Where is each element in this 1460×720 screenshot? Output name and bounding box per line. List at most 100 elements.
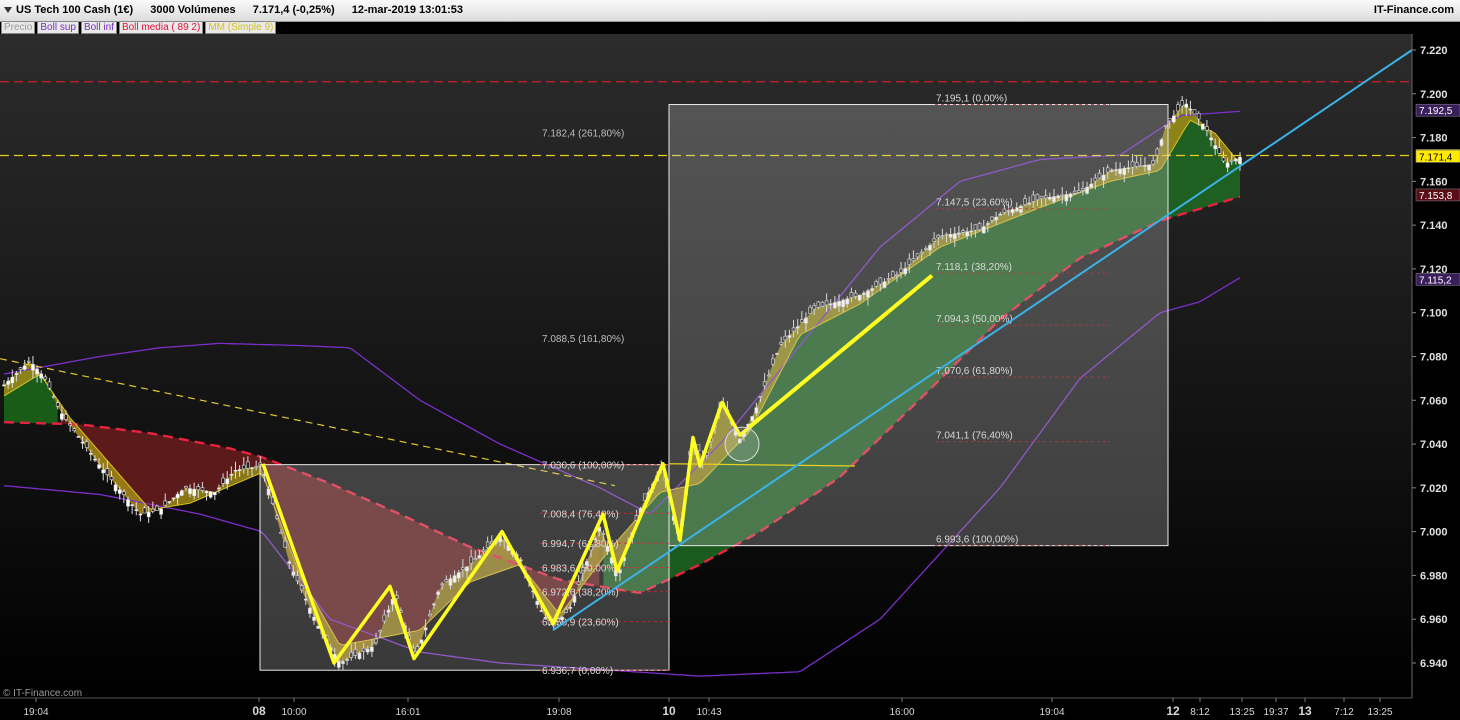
candle-body [1176, 104, 1180, 112]
candle-body [122, 491, 126, 496]
candle-body [130, 504, 134, 506]
fib-right-label: 7.070,6 (61,80%) [936, 366, 1013, 377]
x-tick-label: 19:37 [1263, 707, 1288, 718]
candle-body [237, 469, 242, 472]
fib-extension-label: 7.182,4 (261,80%) [542, 128, 624, 139]
copyright-text: © IT-Finance.com [3, 688, 83, 699]
candle-body [217, 487, 221, 490]
candle-body [142, 507, 147, 514]
x-tick-label: 19:04 [1039, 707, 1064, 718]
candle-body [1238, 156, 1242, 164]
fib-right-label: 6.993,6 (100,00%) [936, 535, 1018, 546]
y-tick-label: 7.100 [1420, 308, 1448, 320]
candle-body [188, 488, 192, 495]
candle-body [179, 490, 184, 496]
candle-body [64, 414, 68, 420]
candle-body [1167, 118, 1172, 122]
candle-body [105, 468, 110, 476]
candle-body [80, 441, 85, 444]
candle-body [233, 469, 238, 472]
candle-body [213, 491, 217, 496]
x-tick-label: 08 [252, 704, 266, 718]
candle-body [76, 436, 81, 438]
candle-body [208, 491, 213, 498]
candle-body [1192, 109, 1197, 115]
candle-body [204, 490, 209, 494]
candle-body [151, 508, 155, 512]
candle-body [1180, 100, 1184, 107]
price-marker-label: 7.115,2 [1419, 275, 1452, 286]
candle-body [192, 488, 196, 496]
candle-body [27, 360, 31, 363]
candle-body [1188, 108, 1193, 111]
candle-body [97, 464, 101, 469]
candle-body [175, 494, 180, 499]
fib-right-label: 7.118,1 (38,20%) [936, 262, 1012, 273]
candle-body [1225, 162, 1230, 168]
candle-body [250, 467, 254, 469]
candle-body [241, 464, 246, 470]
x-tick-label: 16:01 [395, 707, 420, 718]
price-chart[interactable]: 7.030,6 (100,00%) 7.008,4 (76,40%) 6.994,7… [0, 0, 1460, 720]
candle-body [134, 509, 139, 511]
candle-body [1184, 103, 1189, 108]
fib-right-label: 7.041,1 (76,40%) [936, 431, 1013, 442]
candle-body [31, 364, 35, 371]
y-tick-label: 7.080 [1420, 352, 1448, 364]
candle-body [1196, 112, 1201, 120]
x-tick-label: 7:12 [1334, 707, 1354, 718]
candle-body [84, 441, 89, 449]
price-marker-label: 7.192,5 [1419, 106, 1453, 117]
highlight-circle [724, 426, 760, 462]
candle-body [155, 505, 159, 511]
candle-body [51, 396, 56, 398]
y-tick-label: 7.200 [1420, 89, 1448, 101]
y-tick-label: 6.980 [1420, 570, 1448, 582]
candle-body [159, 508, 163, 515]
y-tick-label: 7.060 [1420, 395, 1448, 407]
x-tick-label: 13 [1298, 704, 1312, 718]
fib-left-label: 7.008,4 (76,40%) [542, 509, 619, 520]
candle-body [254, 465, 258, 468]
fib-right-label: 7.094,3 (50,00%) [936, 314, 1013, 325]
candle-body [2, 384, 6, 387]
fib-right-label: 7.195,1 (0,00%) [936, 94, 1007, 105]
candle-body [1221, 157, 1226, 162]
candle-body [196, 486, 201, 491]
fib-left-label: 7.030,6 (100,00%) [542, 461, 624, 472]
candle-body [89, 453, 93, 455]
candle-body [1209, 137, 1213, 141]
candle-body [113, 484, 118, 492]
fib-left-label: 6.994,7 (61,80%) [542, 539, 619, 550]
y-tick-label: 7.180 [1420, 133, 1448, 145]
y-tick-label: 7.220 [1420, 45, 1448, 57]
candle-body [200, 487, 205, 491]
candle-body [1217, 147, 1222, 154]
x-tick-label: 10 [662, 704, 676, 718]
candle-body [109, 476, 114, 481]
candle-body [225, 478, 230, 485]
candle-body [101, 469, 106, 474]
x-tick-label: 12 [1166, 704, 1180, 718]
candle-body [163, 500, 168, 506]
fib-left-label: 6.936,7 (0,00%) [542, 666, 613, 677]
x-tick-label: 19:04 [23, 707, 48, 718]
x-tick-label: 16:00 [889, 707, 914, 718]
candle-body [39, 373, 44, 379]
candle-body [14, 373, 19, 375]
candle-body [43, 376, 48, 380]
candle-body [1234, 158, 1238, 162]
candle-body [72, 428, 77, 432]
candle-body [167, 501, 172, 503]
candle-body [10, 377, 15, 384]
y-tick-label: 7.140 [1420, 220, 1448, 232]
candle-body [1205, 126, 1209, 131]
candle-body [184, 486, 188, 489]
candle-body [93, 458, 97, 461]
y-tick-label: 7.160 [1420, 176, 1448, 188]
candle-body [221, 477, 225, 484]
fib-right-label: 7.147,5 (23,60%) [936, 198, 1013, 209]
candle-body [138, 513, 143, 516]
candle-body [60, 413, 64, 420]
candle-body [55, 402, 60, 407]
